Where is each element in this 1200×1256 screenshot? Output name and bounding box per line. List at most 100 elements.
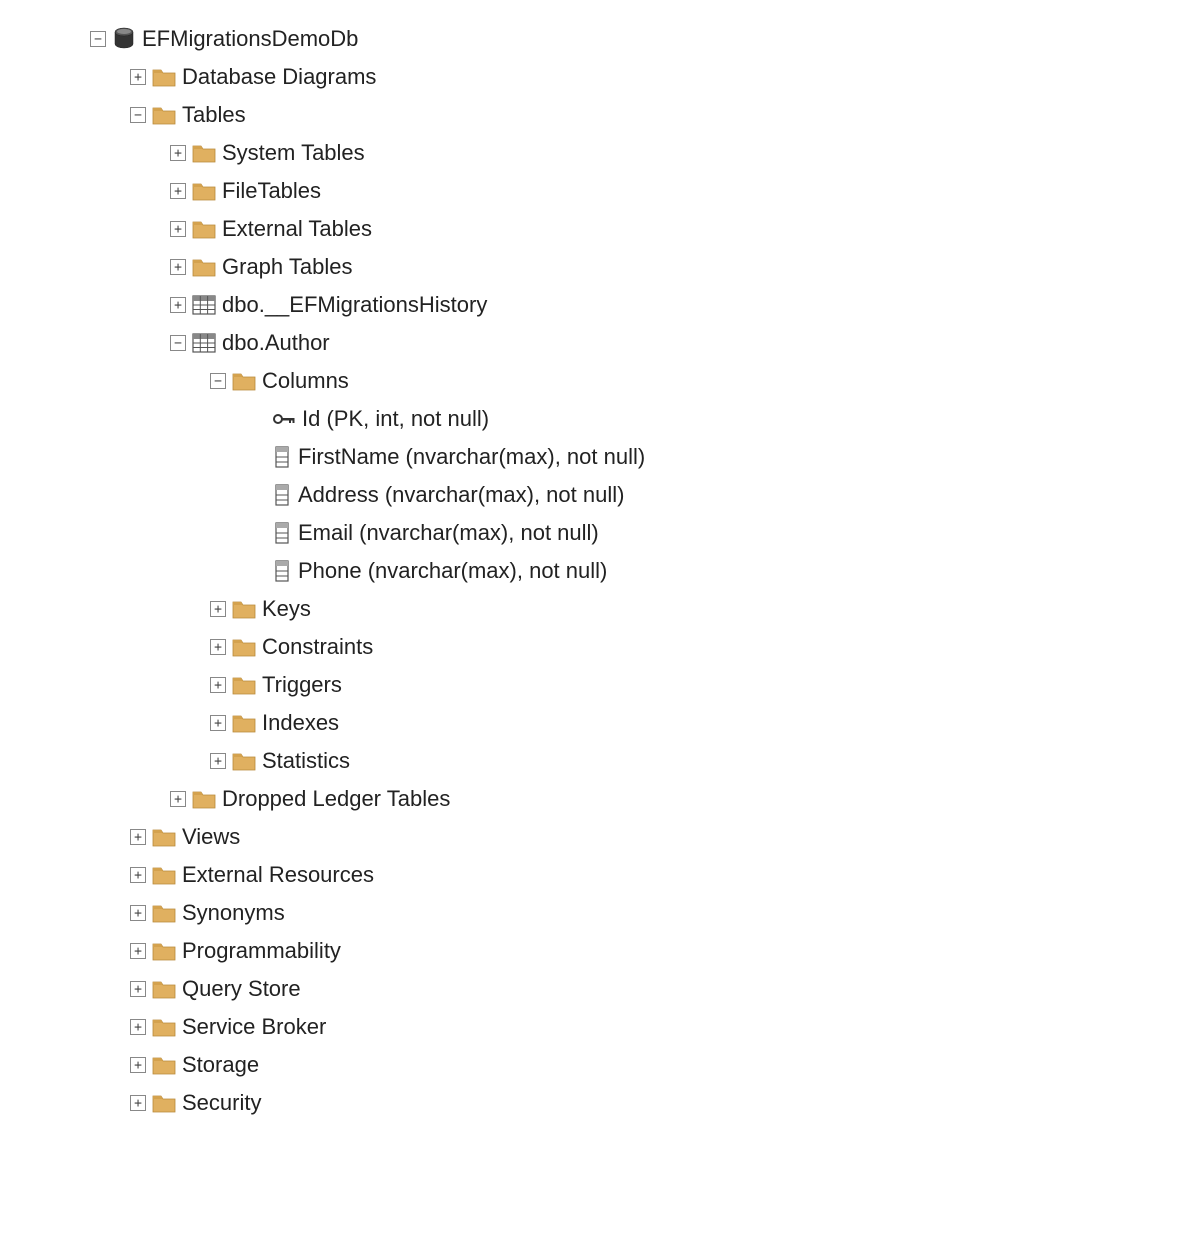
tree-node-label: FirstName (nvarchar(max), not null) — [298, 444, 645, 470]
folder-icon — [152, 826, 176, 848]
expand-icon[interactable]: + — [210, 753, 226, 769]
table-icon — [192, 332, 216, 354]
tree-node-label: Address (nvarchar(max), not null) — [298, 482, 624, 508]
tree-node-label: Views — [182, 824, 240, 850]
tree-node-file-tables[interactable]: + FileTables — [10, 172, 1190, 210]
tree-node-label: Columns — [262, 368, 349, 394]
tree-node-column-address[interactable]: Address (nvarchar(max), not null) — [10, 476, 1190, 514]
tree-node-label: Programmability — [182, 938, 341, 964]
expand-icon[interactable]: + — [130, 1019, 146, 1035]
expand-icon[interactable]: + — [130, 829, 146, 845]
folder-icon — [232, 750, 256, 772]
tree-node-label: Synonyms — [182, 900, 285, 926]
expand-icon[interactable]: + — [210, 639, 226, 655]
expand-icon[interactable]: + — [130, 943, 146, 959]
tree-node-triggers[interactable]: + Triggers — [10, 666, 1190, 704]
tree-node-security[interactable]: + Security — [10, 1084, 1190, 1122]
tree-node-graph-tables[interactable]: + Graph Tables — [10, 248, 1190, 286]
expand-icon[interactable]: + — [130, 69, 146, 85]
primary-key-icon — [272, 410, 296, 428]
tree-node-query-store[interactable]: + Query Store — [10, 970, 1190, 1008]
expand-icon[interactable]: + — [170, 791, 186, 807]
table-icon — [192, 294, 216, 316]
tree-node-ef-migrations-history[interactable]: + dbo.__EFMigrationsHistory — [10, 286, 1190, 324]
tree-node-external-tables[interactable]: + External Tables — [10, 210, 1190, 248]
folder-icon — [192, 180, 216, 202]
tree-node-label: Email (nvarchar(max), not null) — [298, 520, 599, 546]
expand-icon[interactable]: + — [170, 221, 186, 237]
tree-node-programmability[interactable]: + Programmability — [10, 932, 1190, 970]
tree-node-database-diagrams[interactable]: + Database Diagrams — [10, 58, 1190, 96]
tree-node-tables[interactable]: − Tables — [10, 96, 1190, 134]
column-icon — [272, 446, 292, 468]
tree-node-statistics[interactable]: + Statistics — [10, 742, 1190, 780]
tree-node-label: Phone (nvarchar(max), not null) — [298, 558, 607, 584]
tree-node-system-tables[interactable]: + System Tables — [10, 134, 1190, 172]
tree-node-label: System Tables — [222, 140, 365, 166]
tree-node-column-phone[interactable]: Phone (nvarchar(max), not null) — [10, 552, 1190, 590]
column-icon — [272, 560, 292, 582]
expand-icon[interactable]: + — [170, 145, 186, 161]
tree-node-external-resources[interactable]: + External Resources — [10, 856, 1190, 894]
folder-icon — [152, 902, 176, 924]
expand-icon[interactable]: + — [210, 677, 226, 693]
tree-node-label: Triggers — [262, 672, 342, 698]
tree-node-label: Id (PK, int, not null) — [302, 406, 489, 432]
expand-icon[interactable]: + — [210, 601, 226, 617]
tree-node-author[interactable]: − dbo.Author — [10, 324, 1190, 362]
tree-node-label: Indexes — [262, 710, 339, 736]
blank-toggle — [250, 525, 266, 541]
blank-toggle — [250, 487, 266, 503]
expand-icon[interactable]: + — [130, 981, 146, 997]
tree-node-label: Keys — [262, 596, 311, 622]
tree-node-label: External Resources — [182, 862, 374, 888]
tree-node-columns[interactable]: − Columns — [10, 362, 1190, 400]
object-explorer-tree: − EFMigrationsDemoDb + Database Diagrams… — [10, 20, 1190, 1122]
tree-node-synonyms[interactable]: + Synonyms — [10, 894, 1190, 932]
tree-node-column-email[interactable]: Email (nvarchar(max), not null) — [10, 514, 1190, 552]
expand-icon[interactable]: + — [170, 259, 186, 275]
tree-node-constraints[interactable]: + Constraints — [10, 628, 1190, 666]
folder-icon — [232, 674, 256, 696]
tree-node-label: FileTables — [222, 178, 321, 204]
tree-node-dropped-ledger-tables[interactable]: + Dropped Ledger Tables — [10, 780, 1190, 818]
collapse-icon[interactable]: − — [130, 107, 146, 123]
expand-icon[interactable]: + — [130, 1057, 146, 1073]
folder-icon — [152, 1016, 176, 1038]
tree-node-storage[interactable]: + Storage — [10, 1046, 1190, 1084]
collapse-icon[interactable]: − — [90, 31, 106, 47]
tree-node-indexes[interactable]: + Indexes — [10, 704, 1190, 742]
tree-node-views[interactable]: + Views — [10, 818, 1190, 856]
folder-icon — [152, 864, 176, 886]
tree-node-label: Tables — [182, 102, 246, 128]
tree-node-column-id[interactable]: Id (PK, int, not null) — [10, 400, 1190, 438]
tree-node-database[interactable]: − EFMigrationsDemoDb — [10, 20, 1190, 58]
expand-icon[interactable]: + — [170, 297, 186, 313]
expand-icon[interactable]: + — [170, 183, 186, 199]
tree-node-keys[interactable]: + Keys — [10, 590, 1190, 628]
expand-icon[interactable]: + — [130, 867, 146, 883]
collapse-icon[interactable]: − — [170, 335, 186, 351]
folder-icon — [192, 142, 216, 164]
tree-node-label: Storage — [182, 1052, 259, 1078]
collapse-icon[interactable]: − — [210, 373, 226, 389]
tree-node-service-broker[interactable]: + Service Broker — [10, 1008, 1190, 1046]
tree-node-label: Constraints — [262, 634, 373, 660]
folder-icon — [152, 1092, 176, 1114]
folder-icon — [232, 598, 256, 620]
expand-icon[interactable]: + — [130, 905, 146, 921]
folder-icon — [152, 1054, 176, 1076]
folder-icon — [192, 218, 216, 240]
tree-node-label: Statistics — [262, 748, 350, 774]
tree-node-label: Security — [182, 1090, 261, 1116]
folder-icon — [152, 978, 176, 1000]
tree-node-label: Service Broker — [182, 1014, 326, 1040]
expand-icon[interactable]: + — [210, 715, 226, 731]
column-icon — [272, 484, 292, 506]
tree-node-column-firstname[interactable]: FirstName (nvarchar(max), not null) — [10, 438, 1190, 476]
folder-icon — [232, 636, 256, 658]
tree-node-label: Query Store — [182, 976, 301, 1002]
expand-icon[interactable]: + — [130, 1095, 146, 1111]
column-icon — [272, 522, 292, 544]
folder-icon — [192, 256, 216, 278]
